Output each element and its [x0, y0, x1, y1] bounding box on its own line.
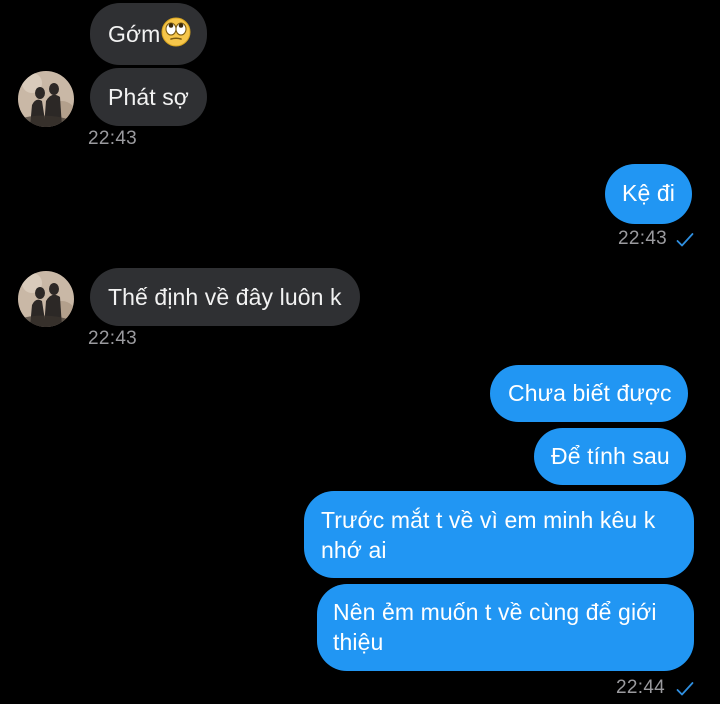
message-text: Chưa biết được	[508, 380, 672, 406]
check-icon	[676, 681, 694, 702]
outgoing-message[interactable]: Kệ đi	[605, 164, 692, 224]
face-with-rolling-eyes-icon	[161, 17, 191, 54]
outgoing-message[interactable]: Trước mắt t về vì em minh kêu k nhớ ai	[304, 491, 694, 578]
chat-thread: Gớm Phát sợ 22:43 Kệ đi 22:43 Thế định v…	[0, 0, 720, 704]
message-text-line: nhớ ai	[321, 537, 387, 563]
message-text: Phát sợ	[108, 84, 189, 110]
message-text-line: Trước mắt t về vì em minh kêu k	[321, 507, 656, 533]
outgoing-message[interactable]: Nên ẻm muốn t về cùng để giới thiệu	[317, 584, 694, 671]
outgoing-message[interactable]: Chưa biết được	[490, 365, 688, 422]
contact-avatar[interactable]	[18, 71, 74, 127]
message-text: Gớm	[108, 21, 161, 47]
message-timestamp: 22:43	[618, 228, 668, 249]
check-icon	[676, 232, 694, 253]
message-timestamp: 22:43	[88, 328, 138, 349]
message-text: Kệ đi	[622, 180, 675, 206]
incoming-message[interactable]: Gớm	[90, 3, 208, 65]
incoming-message[interactable]: Thế định về đây luôn k	[90, 268, 360, 326]
message-text-line: thiệu	[333, 629, 384, 655]
contact-avatar[interactable]	[18, 271, 74, 327]
message-text: Để tính sau	[551, 443, 670, 469]
message-timestamp: 22:43	[88, 128, 138, 149]
message-timestamp: 22:44	[616, 677, 666, 698]
incoming-message[interactable]: Phát sợ	[90, 68, 207, 126]
message-text-line: Nên ẻm muốn t về cùng để giới	[333, 599, 657, 625]
outgoing-message[interactable]: Để tính sau	[534, 428, 686, 485]
message-text: Thế định về đây luôn k	[108, 284, 342, 310]
